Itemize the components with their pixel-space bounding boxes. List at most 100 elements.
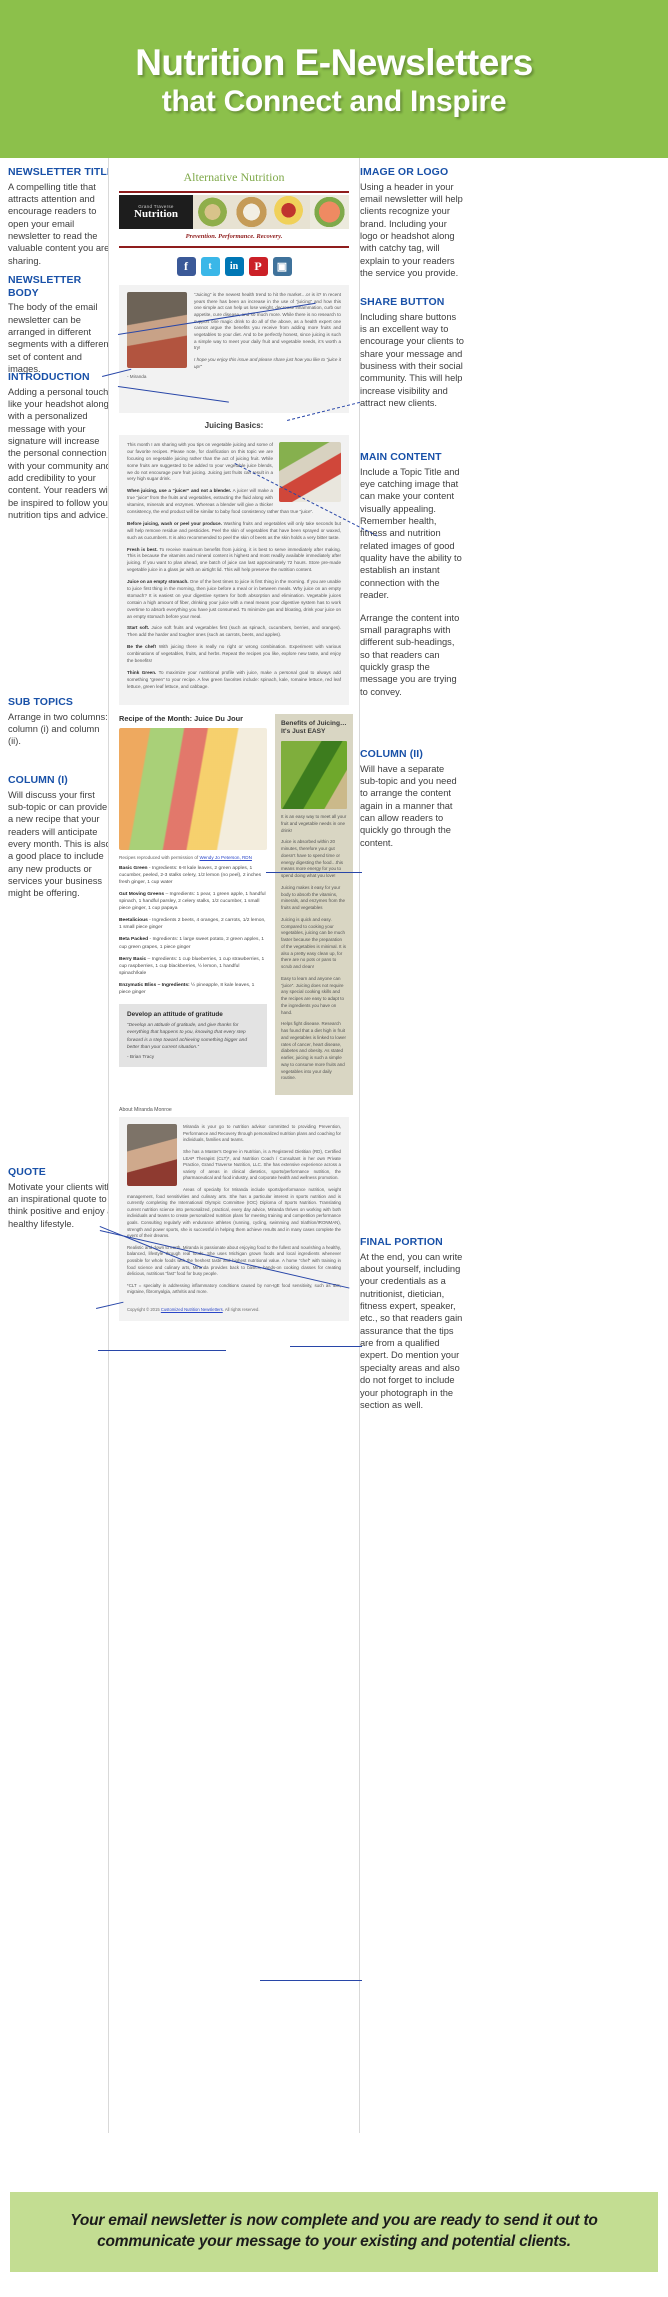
main-content-paragraph: Before juicing, wash or peel your produc… — [127, 521, 341, 542]
food-photo-nuts-icon — [232, 195, 271, 229]
annotation-newsletter-title: NEWSLETTER TITLE A compelling title that… — [8, 166, 114, 277]
social-share-buttons: f t in P ▣ — [119, 250, 349, 285]
paragraph-text: With juicing there is really no right or… — [127, 644, 341, 664]
recipe-list-item: Gut Moving Greens – Ingredients: 1 pear,… — [119, 891, 267, 912]
brand-tagline: Prevention. Performance. Recovery. — [185, 233, 283, 240]
food-photo-fruit-icon — [271, 195, 310, 229]
annotation-heading: SHARE BUTTON — [360, 296, 445, 308]
annotation-final-portion: FINAL PORTION At the end, you can write … — [360, 1236, 464, 1411]
newsletter-header-logo: Grand Traverse Nutrition — [119, 195, 349, 229]
bio-heading: About Miranda Monroe — [119, 1107, 172, 1114]
annotation-column-i: COLUMN (I) Will discuss your first sub-t… — [8, 774, 114, 910]
infographic-body: NEWSLETTER TITLE A compelling title that… — [0, 158, 668, 2133]
leader-line-column-i — [98, 1350, 226, 1351]
recipe-credit-link[interactable]: Wendy Jo Peterson, RDN — [199, 855, 252, 860]
paragraph-lead: Fresh is best. — [127, 546, 158, 552]
annotation-heading: INTRODUCTION — [8, 371, 90, 383]
recipe-list-item: Berry Basic – Ingredients: 1 cup blueber… — [119, 956, 267, 977]
leader-line-main-content — [266, 872, 362, 873]
paragraph-lead: When juicing, use a “juicer” and not a b… — [127, 488, 232, 494]
annotation-body: At the end, you can write about yourself… — [360, 1251, 463, 1410]
paragraph-text: Juice soft fruits and vegetables first (… — [127, 625, 341, 638]
juice-du-jour-image — [119, 727, 267, 850]
twitter-share-icon[interactable]: t — [200, 257, 220, 276]
main-content-paragraph: Juice on an empty stomach. One of the be… — [127, 579, 341, 620]
main-content-title: Juicing Basics: — [204, 421, 264, 430]
annotation-heading: NEWSLETTER BODY — [8, 274, 82, 299]
leader-line-final-portion — [260, 1980, 362, 1981]
bio-body: Miranda is your go to nutrition advisor … — [119, 1117, 349, 1322]
header-title-line2: that Connect and Inspire — [161, 85, 507, 119]
recipe-name: Gut Moving Greens — [119, 891, 165, 897]
copyright-link[interactable]: Customized Nutrition Newsletters — [161, 1307, 223, 1312]
header-divider-bottom — [119, 246, 349, 248]
annotation-heading: SUB TOPICS — [8, 696, 73, 708]
wheatgrass-juice-image — [281, 741, 347, 810]
recipe-name: Enzymatic Bliss – Ingredients: — [119, 983, 190, 989]
header-title-line1: Nutrition E-Newsletters — [135, 42, 533, 84]
annotation-heading: IMAGE OR LOGO — [360, 166, 449, 178]
quote-title: Develop an attitude of gratitude — [127, 1011, 223, 1019]
annotation-main-content: MAIN CONTENT Include a Topic Title and e… — [360, 451, 464, 708]
main-content-body: This month I am sharing with you tips on… — [119, 435, 349, 705]
leader-line-column-ii — [290, 1346, 362, 1347]
paragraph-lead: Be the chef! — [127, 644, 157, 650]
benefits-paragraph: Helps fight disease. Research has found … — [281, 1021, 347, 1081]
annotation-heading: QUOTE — [8, 1166, 46, 1178]
annotation-body-2: Arrange the content into small paragraph… — [360, 612, 460, 697]
benefits-title: Benefits of Juicing…It's Just EASY — [281, 719, 347, 735]
food-photo-salad-icon — [193, 195, 232, 229]
annotation-introduction: INTRODUCTION Adding a personal touch lik… — [8, 371, 114, 532]
copyright-prefix: Copyright © 2015 — [127, 1307, 161, 1313]
recipe-section-title: Recipe of the Month: Juice Du Jour — [119, 713, 244, 723]
footer-banner: Your email newsletter is now complete an… — [10, 2192, 658, 2272]
brand-logo-name: Nutrition — [134, 207, 178, 220]
quote-box: Develop an attitude of gratitude “Develo… — [119, 1004, 267, 1067]
annotation-body: Include a Topic Title and eye catching i… — [360, 466, 462, 601]
annotation-body: The body of the email newsletter can be … — [8, 302, 112, 374]
brand-logo: Grand Traverse Nutrition — [119, 195, 193, 229]
annotation-quote: QUOTE Motivate your clients with an insp… — [8, 1166, 114, 1230]
newsletter-nav-label[interactable]: Alternative Nutrition — [119, 170, 349, 185]
header-banner: Nutrition E-Newsletters that Connect and… — [0, 0, 668, 158]
copyright-suffix: . All rights reserved. — [222, 1307, 260, 1313]
facebook-share-icon[interactable]: f — [176, 257, 196, 276]
annotation-body: Arrange in two columns: column (i) and c… — [8, 711, 108, 747]
sub-topic-column-i: Recipe of the Month: Juice Du Jour Recip… — [119, 714, 267, 1095]
newsletter-mockup: Alternative Nutrition Grand Traverse Nut… — [108, 158, 360, 2133]
bio-paragraph: *CLT = specialty in addressing inflammat… — [127, 1282, 341, 1295]
benefits-paragraph: Juicing is quick and easy. Compared to c… — [281, 916, 347, 970]
instagram-share-icon[interactable]: ▣ — [272, 257, 292, 276]
recipe-name: Berry Basic — [119, 956, 147, 962]
annotation-heading: FINAL PORTION — [360, 1236, 443, 1248]
copyright-line: Copyright © 2015 Customized Nutrition Ne… — [127, 1301, 341, 1312]
annotation-newsletter-body: NEWSLETTER BODY The body of the email ne… — [8, 274, 114, 385]
recipe-list-item: Enzymatic Bliss – Ingredients: ½ pineapp… — [119, 982, 267, 996]
annotation-share-button: SHARE BUTTON Including share buttons is … — [360, 296, 464, 419]
annotation-sub-topics: SUB TOPICS Arrange in two columns: colum… — [8, 696, 114, 758]
annotation-body: Motivate your clients with an inspiratio… — [8, 1181, 113, 1229]
paragraph-text: One of the best times to juice is first … — [127, 579, 341, 619]
recipe-credit-prefix: Recipes reproduced with permission of — [119, 854, 200, 860]
paragraph-text: To maximize your nutritional profile wit… — [127, 669, 341, 689]
paragraph-lead: Start soft. — [127, 625, 150, 631]
benefits-paragraph: It is an easy way to meet all your fruit… — [281, 814, 347, 833]
benefits-paragraph: Juicing makes it easy for your body to a… — [281, 884, 346, 911]
paragraph-text: To receive maximum benefits from juicing… — [127, 546, 341, 573]
quote-author: - Brian Tracy — [127, 1055, 155, 1060]
main-content-paragraph: Start soft. Juice soft fruits and vegeta… — [127, 625, 341, 639]
linkedin-share-icon[interactable]: in — [224, 257, 244, 276]
quote-text: “Develop an attitude of gratitude, and g… — [127, 1023, 247, 1050]
sub-topic-column-ii: Benefits of Juicing…It's Just EASY It is… — [275, 713, 353, 1096]
header-divider-top — [119, 191, 349, 193]
annotation-column-ii: COLUMN (II) Will have a separate sub-top… — [360, 748, 464, 859]
recipe-name: Beta Packed — [119, 937, 149, 943]
author-bio-section: About Miranda Monroe Miranda is your go … — [119, 1095, 349, 1331]
main-content-paragraph: Fresh is best. To receive maximum benefi… — [127, 547, 341, 575]
pinterest-share-icon[interactable]: P — [248, 257, 268, 276]
main-content-paragraph: Think Green. To maximize your nutritiona… — [127, 670, 341, 691]
recipe-list-item: Beetalicious - Ingredients 2 beets, 4 or… — [119, 917, 267, 931]
intro-signature: - Miranda — [127, 374, 147, 380]
main-content-paragraph: Be the chef! With juicing there is reall… — [127, 644, 341, 665]
benefits-paragraph: Easy to learn and anyone can “juice”. Ju… — [281, 975, 345, 1015]
